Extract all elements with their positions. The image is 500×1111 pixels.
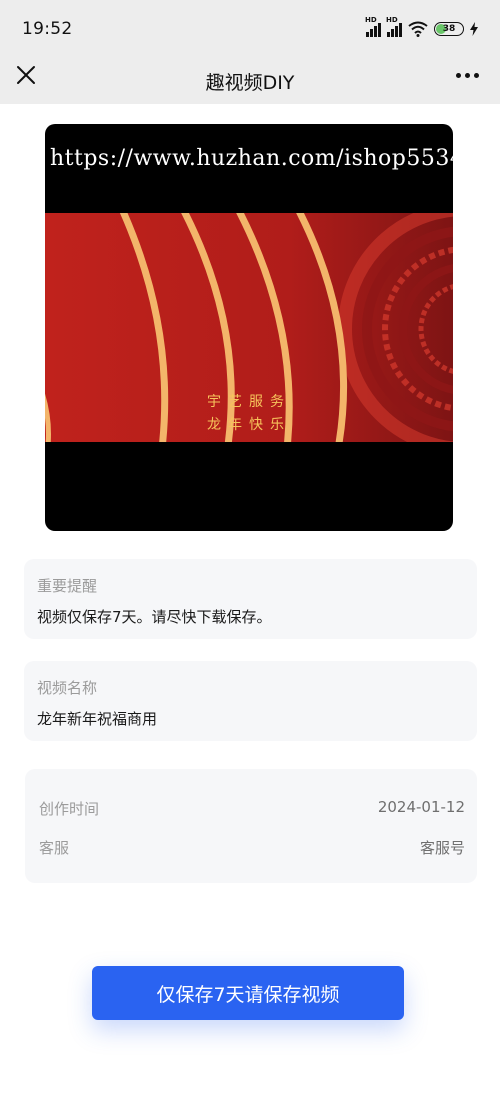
nav-bar: 趣视频DIY (0, 58, 500, 104)
video-name-card: 视频名称 龙年新年祝福商用 (24, 661, 477, 741)
signal-hd-icon: HD (365, 16, 381, 37)
battery-level: 38 (442, 24, 456, 34)
video-name-value: 龙年新年祝福商用 (37, 710, 158, 728)
close-icon[interactable] (14, 63, 38, 87)
video-frame (45, 213, 453, 442)
video-caption-line2: 龙年快乐 (207, 417, 291, 433)
charging-icon (470, 22, 478, 36)
video-player[interactable]: https://www.huzhan.com/ishop5534 宇艺服务 龙年… (45, 124, 453, 531)
details-card: 创作时间 2024-01-12 客服 客服号 (25, 769, 477, 883)
status-time: 19:52 (22, 19, 73, 39)
status-icons: HD HD 38 (365, 16, 478, 37)
video-name-label: 视频名称 (37, 679, 98, 697)
customer-service-label: 客服 (39, 839, 70, 857)
battery-icon: 38 (434, 22, 464, 36)
wifi-icon (408, 21, 428, 37)
reminder-text: 视频仅保存7天。请尽快下载保存。 (37, 608, 272, 626)
created-time-label: 创作时间 (39, 800, 100, 818)
save-video-button[interactable]: 仅保存7天请保存视频 (92, 966, 404, 1020)
more-icon[interactable] (456, 64, 484, 86)
page-title: 趣视频DIY (205, 71, 295, 94)
created-time-value: 2024-01-12 (377, 798, 465, 816)
status-bar: 19:52 HD HD 38 (0, 0, 500, 58)
reminder-card: 重要提醒 视频仅保存7天。请尽快下载保存。 (24, 559, 477, 639)
video-caption-line1: 宇艺服务 (207, 394, 291, 410)
signal-hd-icon: HD (386, 16, 402, 37)
reminder-label: 重要提醒 (37, 577, 98, 595)
watermark-url: https://www.huzhan.com/ishop5534 (50, 146, 453, 171)
customer-service-value[interactable]: 客服号 (420, 837, 465, 858)
